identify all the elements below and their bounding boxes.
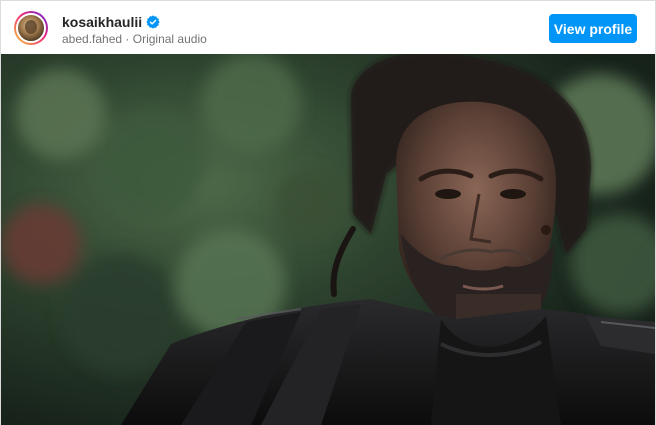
verified-badge-icon <box>146 14 160 29</box>
video-player[interactable] <box>1 54 655 425</box>
username-row: kosaikhaulii <box>62 13 207 30</box>
instagram-embed: kosaikhaulii abed.fahed · Original audio… <box>0 0 656 425</box>
audio-label[interactable]: Original audio <box>133 32 207 46</box>
post-header: kosaikhaulii abed.fahed · Original audio… <box>1 1 655 54</box>
separator-dot: · <box>125 32 130 46</box>
video-frame-image <box>1 54 655 425</box>
profile-avatar-image <box>16 13 46 43</box>
avatar[interactable] <box>14 11 48 45</box>
audio-info: abed.fahed · Original audio <box>62 32 207 46</box>
view-profile-button[interactable]: View profile <box>549 14 637 43</box>
username-link[interactable]: kosaikhaulii <box>62 14 142 30</box>
post-author-info: kosaikhaulii abed.fahed · Original audio <box>62 13 207 47</box>
audio-author-link[interactable]: abed.fahed <box>62 32 122 46</box>
